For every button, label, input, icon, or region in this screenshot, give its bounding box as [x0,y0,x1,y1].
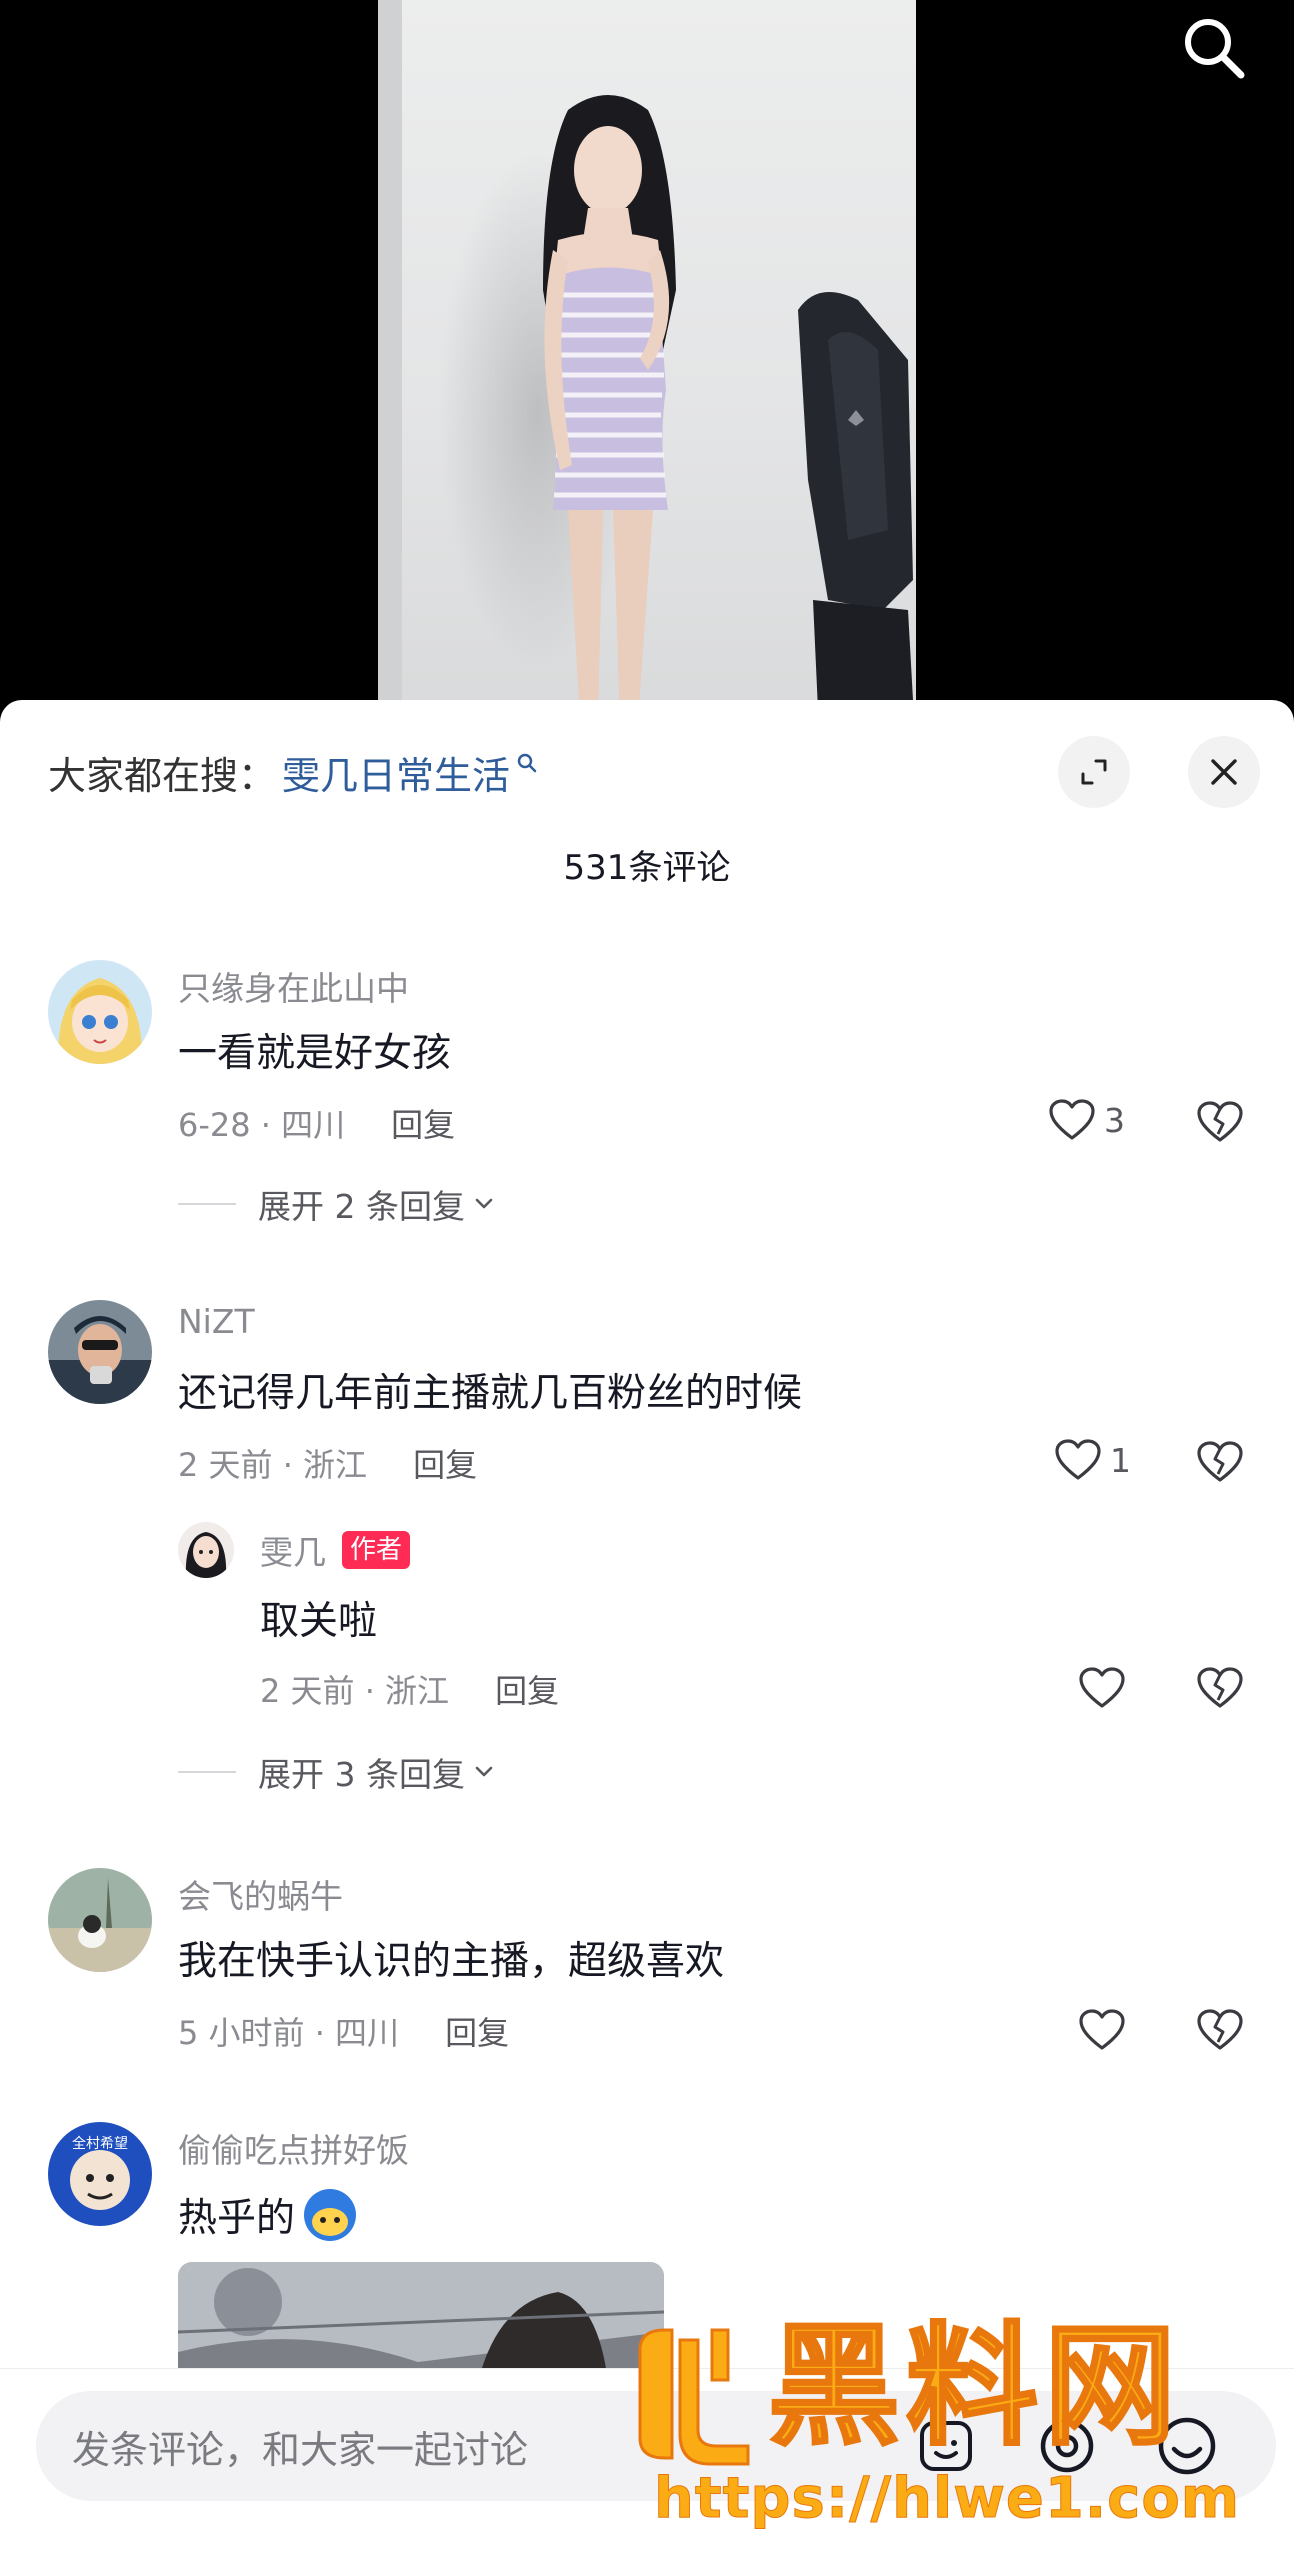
reply-button[interactable]: 回复 [445,2008,509,2054]
comment-text: 一看就是好女孩 [178,1031,452,1076]
like-button[interactable]: 3 [1048,1098,1125,1142]
video-frame [378,0,916,720]
like-button[interactable]: 1 [1054,1438,1131,1482]
comment-image[interactable] [178,2262,664,2382]
expand-replies-label: 展开 2 条回复 [258,1187,465,1226]
avatar[interactable] [48,1300,152,1404]
expand-replies[interactable]: 展开 2 条回复 [178,1180,497,1228]
emoji-sticker-icon [304,2189,357,2241]
comment-username[interactable]: 偷偷吃点拼好饭 [178,2124,409,2172]
heart-icon [1079,1667,1125,1708]
avatar[interactable] [48,960,152,1064]
broken-heart-icon[interactable] [1196,1100,1244,1144]
heart-icon [1049,1099,1095,1140]
chevron-down-icon [475,1198,493,1209]
reply-text: 取关啦 [260,1599,378,1644]
reply-date: 2 天前 · 浙江 [260,1672,450,1710]
reply-button[interactable]: 回复 [413,1440,477,1486]
svg-text:全村希望: 全村希望 [72,2135,128,2152]
chevron-down-icon [475,1766,493,1777]
comment-sheet: 大家都在搜： 雯几日常生活 531条评论 只缘身在此山中 一看就是好女孩 6-2… [0,700,1294,2560]
close-icon[interactable] [1188,736,1260,808]
comment-username[interactable]: 只缘身在此山中 [178,962,409,1010]
comment-text: 还记得几年前主播就几百粉丝的时候 [178,1371,803,1416]
gaming-chair [798,292,913,720]
author-badge: 作者 [342,1531,411,1569]
expand-icon[interactable] [1058,736,1130,808]
expand-replies-label: 展开 3 条回复 [258,1755,465,1794]
person-figure [543,95,676,720]
search-icon[interactable] [1176,10,1252,86]
comment-text-row: 热乎的 [178,2186,359,2244]
comment-meta: 6-28 · 四川 回复 [178,1100,455,1146]
comment-input-placeholder: 发条评论，和大家一起讨论 [72,2427,529,2472]
avatar[interactable]: 全村希望 [48,2122,152,2226]
reply-username-row: 雯几 作者 [260,1526,411,1574]
comment-username[interactable]: 会飞的蜗牛 [178,1870,343,1918]
reply-button[interactable]: 回复 [495,1666,559,1712]
comment-date: 2 天前 · 浙江 [178,1446,368,1484]
wall-edge [378,0,402,720]
comment-date: 6-28 · 四川 [178,1106,346,1144]
divider-line [178,1203,236,1205]
video-player[interactable] [0,0,1294,720]
reply-meta: 2 天前 · 浙江 回复 [260,1666,559,1712]
reply-button[interactable]: 回复 [391,1100,455,1146]
hot-search-bar[interactable]: 大家都在搜： 雯几日常生活 [48,740,538,804]
avatar[interactable] [178,1522,234,1578]
comment-date: 5 小时前 · 四川 [178,2014,400,2052]
divider-line [178,1771,236,1773]
comment-meta: 2 天前 · 浙江 回复 [178,1440,477,1486]
like-button[interactable] [1078,2008,1126,2052]
comment-meta: 5 小时前 · 四川 回复 [178,2008,509,2054]
heart-icon [1079,2009,1125,2050]
hot-search-prefix: 大家都在搜： [48,753,277,798]
like-count: 3 [1104,1100,1125,1140]
expand-replies[interactable]: 展开 3 条回复 [178,1748,497,1796]
watermark-brand: 黑料网 [767,2310,1182,2464]
broken-heart-icon[interactable] [1196,1440,1244,1484]
watermark-logo [638,2328,750,2466]
avatar[interactable] [48,1868,152,1972]
comment-text: 热乎的 [178,2196,296,2241]
like-button[interactable] [1078,1666,1126,1710]
comment-text: 我在快手认识的主播，超级喜欢 [178,1939,725,1984]
search-small-icon [517,753,537,773]
comment-count: 531条评论 [563,848,731,888]
hot-search-keyword[interactable]: 雯几日常生活 [282,745,510,800]
broken-heart-icon[interactable] [1196,1666,1244,1710]
comment-username[interactable]: NiZT [178,1302,255,1341]
like-count: 1 [1110,1440,1131,1480]
watermark-url: https://hlwe1.com [653,2466,1241,2532]
heart-icon [1055,1439,1101,1480]
broken-heart-icon[interactable] [1196,2008,1244,2052]
reply-username[interactable]: 雯几 [260,1526,326,1574]
